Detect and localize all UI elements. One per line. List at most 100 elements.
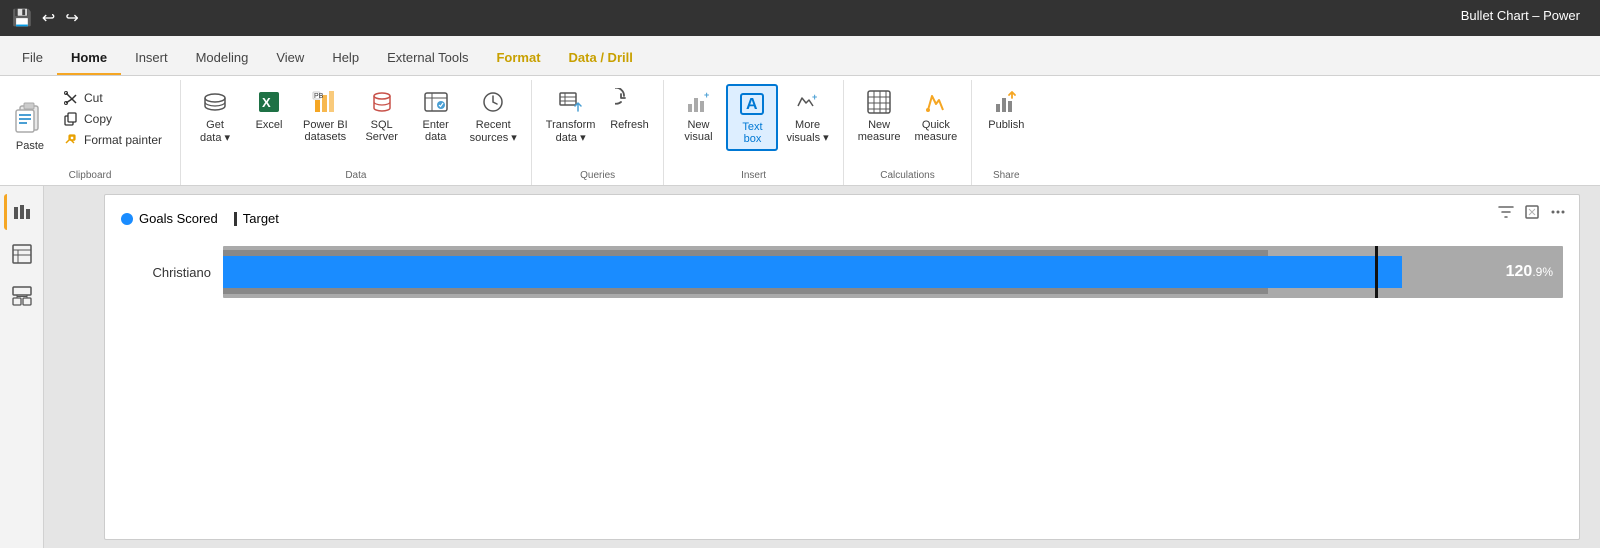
- tab-insert[interactable]: Insert: [121, 42, 182, 75]
- power-bi-datasets-label: Power BIdatasets: [303, 119, 348, 143]
- enter-data-label: Enterdata: [423, 119, 449, 143]
- transform-data-icon: [557, 88, 585, 116]
- more-visuals-button[interactable]: + Morevisuals ▾: [780, 84, 834, 148]
- recent-sources-icon: [479, 88, 507, 116]
- sidebar-model-btn[interactable]: [4, 278, 40, 314]
- excel-label: Excel: [256, 119, 283, 131]
- filter-icon-btn[interactable]: [1497, 203, 1515, 226]
- new-measure-button[interactable]: Newmeasure: [852, 84, 907, 147]
- left-sidebar: [0, 186, 44, 548]
- text-box-button[interactable]: A Textbox: [726, 84, 778, 151]
- queries-group: Transformdata ▾ Refresh Queries: [532, 80, 665, 185]
- svg-text:+: +: [704, 90, 709, 100]
- calculations-group: Newmeasure Quickmeasure Calculations: [844, 80, 973, 185]
- transform-data-button[interactable]: Transformdata ▾: [540, 84, 602, 148]
- ribbon: Paste Cut Copy Format painter Clipboard: [0, 76, 1600, 186]
- new-visual-button[interactable]: + Newvisual: [672, 84, 724, 147]
- chart-bar-value: 120.9%: [1506, 263, 1553, 281]
- legend-goals-scored: Goals Scored: [121, 211, 218, 226]
- cut-button[interactable]: Cut: [58, 88, 168, 108]
- clipboard-small-group: Cut Copy Format painter: [58, 84, 168, 152]
- expand-icon-btn[interactable]: [1523, 203, 1541, 226]
- tab-home[interactable]: Home: [57, 42, 121, 75]
- tab-bar: File Home Insert Modeling View Help Exte…: [0, 36, 1600, 76]
- more-options-btn[interactable]: [1549, 203, 1567, 226]
- quick-measure-icon: [922, 88, 950, 116]
- main-area: Goals Scored Target Christiano 120.9%: [0, 186, 1600, 548]
- data-group-label: Data: [181, 170, 531, 181]
- canvas-area: Goals Scored Target Christiano 120.9%: [44, 186, 1600, 548]
- tab-format[interactable]: Format: [482, 42, 554, 75]
- model-icon: [11, 285, 33, 307]
- legend-target-label: Target: [243, 211, 279, 226]
- undo-icon[interactable]: ↩: [42, 8, 55, 28]
- tab-help[interactable]: Help: [318, 42, 373, 75]
- new-visual-icon: +: [684, 88, 712, 116]
- tab-file[interactable]: File: [8, 42, 57, 75]
- tab-data-drill[interactable]: Data / Drill: [555, 42, 647, 75]
- chart-row-label: Christiano: [121, 265, 211, 280]
- new-measure-icon: [865, 88, 893, 116]
- quick-measure-label: Quickmeasure: [914, 119, 957, 143]
- get-data-icon: [201, 88, 229, 116]
- chart-legend: Goals Scored Target: [121, 211, 1563, 226]
- format-painter-icon: [64, 133, 78, 147]
- sql-server-button[interactable]: SQLServer: [356, 84, 408, 147]
- cut-icon: [64, 91, 78, 105]
- publish-icon: [992, 88, 1020, 116]
- queries-group-label: Queries: [532, 170, 664, 181]
- copy-button[interactable]: Copy: [58, 109, 168, 129]
- new-measure-label: Newmeasure: [858, 119, 901, 143]
- more-options-icon: [1549, 203, 1567, 221]
- svg-text:+: +: [812, 92, 817, 102]
- format-painter-button[interactable]: Format painter: [58, 130, 168, 150]
- sidebar-report-btn[interactable]: [4, 194, 40, 230]
- tab-view[interactable]: View: [262, 42, 318, 75]
- publish-button[interactable]: Publish: [980, 84, 1032, 135]
- tab-modeling[interactable]: Modeling: [182, 42, 263, 75]
- copy-icon: [64, 112, 78, 126]
- refresh-button[interactable]: Refresh: [603, 84, 655, 135]
- text-box-label: Textbox: [742, 121, 762, 145]
- svg-text:PB: PB: [314, 93, 324, 100]
- legend-goals-dot: [121, 213, 133, 225]
- chart-bar-blue: [223, 256, 1402, 288]
- get-data-button[interactable]: Getdata ▾: [189, 84, 241, 148]
- excel-icon: X: [255, 88, 283, 116]
- svg-text:A: A: [746, 96, 758, 113]
- enter-data-icon: [422, 88, 450, 116]
- recent-sources-button[interactable]: Recentsources ▾: [464, 84, 523, 148]
- queries-items: Transformdata ▾ Refresh: [540, 84, 656, 169]
- save-icon[interactable]: 💾: [12, 8, 32, 28]
- excel-button[interactable]: X Excel: [243, 84, 295, 135]
- cut-label: Cut: [84, 91, 103, 105]
- calculations-items: Newmeasure Quickmeasure: [852, 84, 964, 169]
- chart-container: Goals Scored Target Christiano 120.9%: [104, 194, 1580, 540]
- data-table-icon: [11, 243, 33, 265]
- paste-label: Paste: [16, 140, 44, 152]
- sidebar-data-btn[interactable]: [4, 236, 40, 272]
- redo-icon[interactable]: ↪: [65, 8, 78, 28]
- calculations-group-label: Calculations: [844, 170, 972, 181]
- clipboard-group-label: Clipboard: [0, 170, 180, 181]
- refresh-label: Refresh: [610, 119, 649, 131]
- tab-external-tools[interactable]: External Tools: [373, 42, 482, 75]
- copy-label: Copy: [84, 112, 112, 126]
- transform-data-label: Transformdata ▾: [546, 119, 596, 144]
- paste-icon: [14, 102, 46, 138]
- insert-group: + Newvisual A Textbox + Morevisuals ▾ In…: [664, 80, 843, 185]
- data-items: Getdata ▾ X Excel PB Power BIdatasets: [189, 84, 523, 169]
- more-visuals-label: Morevisuals ▾: [786, 119, 828, 144]
- power-bi-datasets-button[interactable]: PB Power BIdatasets: [297, 84, 354, 147]
- more-visuals-icon: +: [794, 88, 822, 116]
- enter-data-button[interactable]: Enterdata: [410, 84, 462, 147]
- share-group: Publish Share: [972, 80, 1040, 185]
- window-title: Bullet Chart – Power: [1461, 8, 1600, 23]
- sql-server-label: SQLServer: [365, 119, 397, 143]
- chart-row-christiano: Christiano 120.9%: [121, 246, 1563, 298]
- data-group: Getdata ▾ X Excel PB Power BIdatasets: [181, 80, 532, 185]
- quick-measure-button[interactable]: Quickmeasure: [908, 84, 963, 147]
- text-box-icon: A: [738, 90, 766, 118]
- get-data-label: Getdata ▾: [200, 119, 230, 144]
- expand-icon: [1523, 203, 1541, 221]
